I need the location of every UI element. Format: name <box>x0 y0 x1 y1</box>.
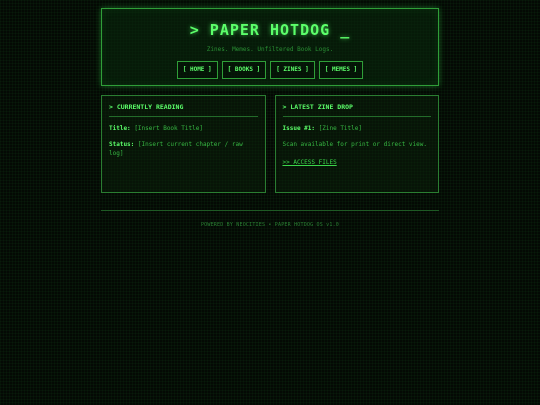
nav-zines-button[interactable]: [ ZINES ] <box>270 61 315 79</box>
nav-home-label: HOME <box>189 66 205 73</box>
nav-memes-label: MEMES <box>331 66 351 73</box>
zine-issue-value: [Zine Title] <box>318 125 362 132</box>
currently-reading-card: > CURRENTLY READING Title: [Insert Book … <box>101 95 266 193</box>
latest-zine-heading: > LATEST ZINE DROP <box>282 103 431 117</box>
site-footer: POWERED BY NEOCITIES • PAPER HOTDOG OS v… <box>200 222 340 228</box>
book-title-line: Title: [Insert Book Title] <box>109 124 258 133</box>
site-header: > PAPER HOTDOG _ Zines. Memes. Unfiltere… <box>101 8 439 86</box>
content-cards: > CURRENTLY READING Title: [Insert Book … <box>101 95 439 193</box>
reading-status-label: Status: <box>109 141 135 148</box>
site-tagline: Zines. Memes. Unfiltered Book Logs. <box>206 46 334 53</box>
book-title-value: [Insert Book Title] <box>134 125 203 132</box>
zine-issue-line: Issue #1: [Zine Title] <box>283 124 432 133</box>
nav-zines-label: ZINES <box>283 66 302 73</box>
nav-memes-button[interactable]: [ MEMES ] <box>318 61 364 79</box>
reading-status-line: Status: [Insert current chapter / raw lo… <box>109 140 258 158</box>
nav-books-label: BOOKS <box>234 66 253 73</box>
zine-issue-label: Issue #1: <box>282 125 316 132</box>
footer-divider <box>101 210 439 211</box>
access-files-link[interactable]: >> ACCESS_FILES <box>283 159 337 166</box>
currently-reading-heading: > CURRENTLY READING <box>109 103 258 117</box>
site-title: > PAPER HOTDOG _ <box>189 21 351 39</box>
zine-description: Scan available for print or direct view. <box>282 141 428 148</box>
nav-home-button[interactable]: [ HOME ] <box>176 61 218 79</box>
page-container: > PAPER HOTDOG _ Zines. Memes. Unfiltere… <box>101 8 439 228</box>
nav-books-button[interactable]: [ BOOKS ] <box>221 61 267 79</box>
book-title-label: Title: <box>109 125 131 132</box>
main-nav: [ HOME ] [ BOOKS ] [ ZINES ] [ MEMES ] <box>102 61 438 79</box>
latest-zine-card: > LATEST ZINE DROP Issue #1: [Zine Title… <box>274 95 439 193</box>
